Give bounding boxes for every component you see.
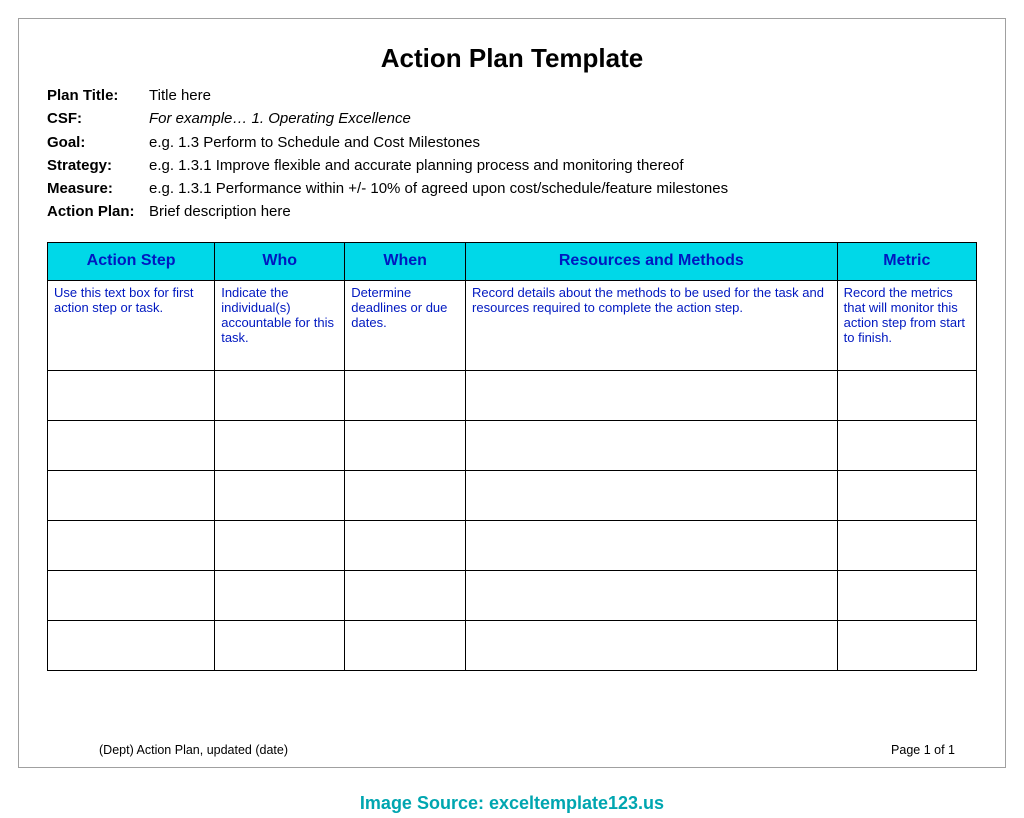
cell: [466, 470, 838, 520]
cell: [466, 570, 838, 620]
cell: [345, 470, 466, 520]
meta-label: Strategy:: [47, 154, 149, 177]
meta-value: e.g. 1.3.1 Improve flexible and accurate…: [149, 154, 977, 177]
table-row: [48, 420, 977, 470]
meta-row-csf: CSF: For example… 1. Operating Excellenc…: [47, 107, 977, 130]
meta-row-goal: Goal: e.g. 1.3 Perform to Schedule and C…: [47, 131, 977, 154]
table-row: [48, 520, 977, 570]
cell: [837, 370, 976, 420]
meta-row-action-plan: Action Plan: Brief description here: [47, 200, 977, 223]
cell: [48, 370, 215, 420]
cell: [837, 470, 976, 520]
meta-value: e.g. 1.3 Perform to Schedule and Cost Mi…: [149, 131, 977, 154]
footer-right: Page 1 of 1: [891, 743, 955, 757]
table-instruction-row: Use this text box for first action step …: [48, 280, 977, 370]
table-header-row: Action Step Who When Resources and Metho…: [48, 242, 977, 280]
cell-metric: Record the metrics that will monitor thi…: [837, 280, 976, 370]
footer-left: (Dept) Action Plan, updated (date): [99, 743, 288, 757]
cell: [345, 520, 466, 570]
action-plan-table: Action Step Who When Resources and Metho…: [47, 242, 977, 671]
table-row: [48, 370, 977, 420]
cell: [48, 570, 215, 620]
meta-label: Goal:: [47, 131, 149, 154]
cell: [48, 620, 215, 670]
cell: [466, 420, 838, 470]
meta-value: Brief description here: [149, 200, 977, 223]
cell: [837, 520, 976, 570]
table-row: [48, 620, 977, 670]
cell: [837, 620, 976, 670]
cell: [215, 470, 345, 520]
col-action-step: Action Step: [48, 242, 215, 280]
cell: [48, 420, 215, 470]
cell: [837, 420, 976, 470]
cell: [345, 420, 466, 470]
page-footer: (Dept) Action Plan, updated (date) Page …: [99, 743, 955, 757]
col-who: Who: [215, 242, 345, 280]
meta-row-measure: Measure: e.g. 1.3.1 Performance within +…: [47, 177, 977, 200]
cell: [48, 520, 215, 570]
cell-who: Indicate the individual(s) accountable f…: [215, 280, 345, 370]
col-when: When: [345, 242, 466, 280]
cell: [345, 620, 466, 670]
document-page: Action Plan Template Plan Title: Title h…: [18, 18, 1006, 768]
cell: [48, 470, 215, 520]
cell: [215, 420, 345, 470]
cell: [215, 570, 345, 620]
cell-resources: Record details about the methods to be u…: [466, 280, 838, 370]
cell: [215, 520, 345, 570]
meta-label: Plan Title:: [47, 84, 149, 107]
meta-row-strategy: Strategy: e.g. 1.3.1 Improve flexible an…: [47, 154, 977, 177]
page-title: Action Plan Template: [47, 43, 977, 74]
meta-label: Measure:: [47, 177, 149, 200]
cell: [345, 370, 466, 420]
cell: [466, 620, 838, 670]
col-metric: Metric: [837, 242, 976, 280]
table-row: [48, 570, 977, 620]
cell-when: Determine deadlines or due dates.: [345, 280, 466, 370]
image-source-credit: Image Source: exceltemplate123.us: [0, 793, 1024, 814]
cell: [466, 520, 838, 570]
col-resources-methods: Resources and Methods: [466, 242, 838, 280]
plan-metadata: Plan Title: Title here CSF: For example……: [47, 84, 977, 224]
meta-label: CSF:: [47, 107, 149, 130]
meta-value: For example… 1. Operating Excellence: [149, 107, 977, 130]
cell-action-step: Use this text box for first action step …: [48, 280, 215, 370]
meta-label: Action Plan:: [47, 200, 149, 223]
cell: [466, 370, 838, 420]
cell: [837, 570, 976, 620]
cell: [345, 570, 466, 620]
meta-value: Title here: [149, 84, 977, 107]
table-row: [48, 470, 977, 520]
cell: [215, 620, 345, 670]
cell: [215, 370, 345, 420]
meta-row-plan-title: Plan Title: Title here: [47, 84, 977, 107]
meta-value: e.g. 1.3.1 Performance within +/- 10% of…: [149, 177, 977, 200]
